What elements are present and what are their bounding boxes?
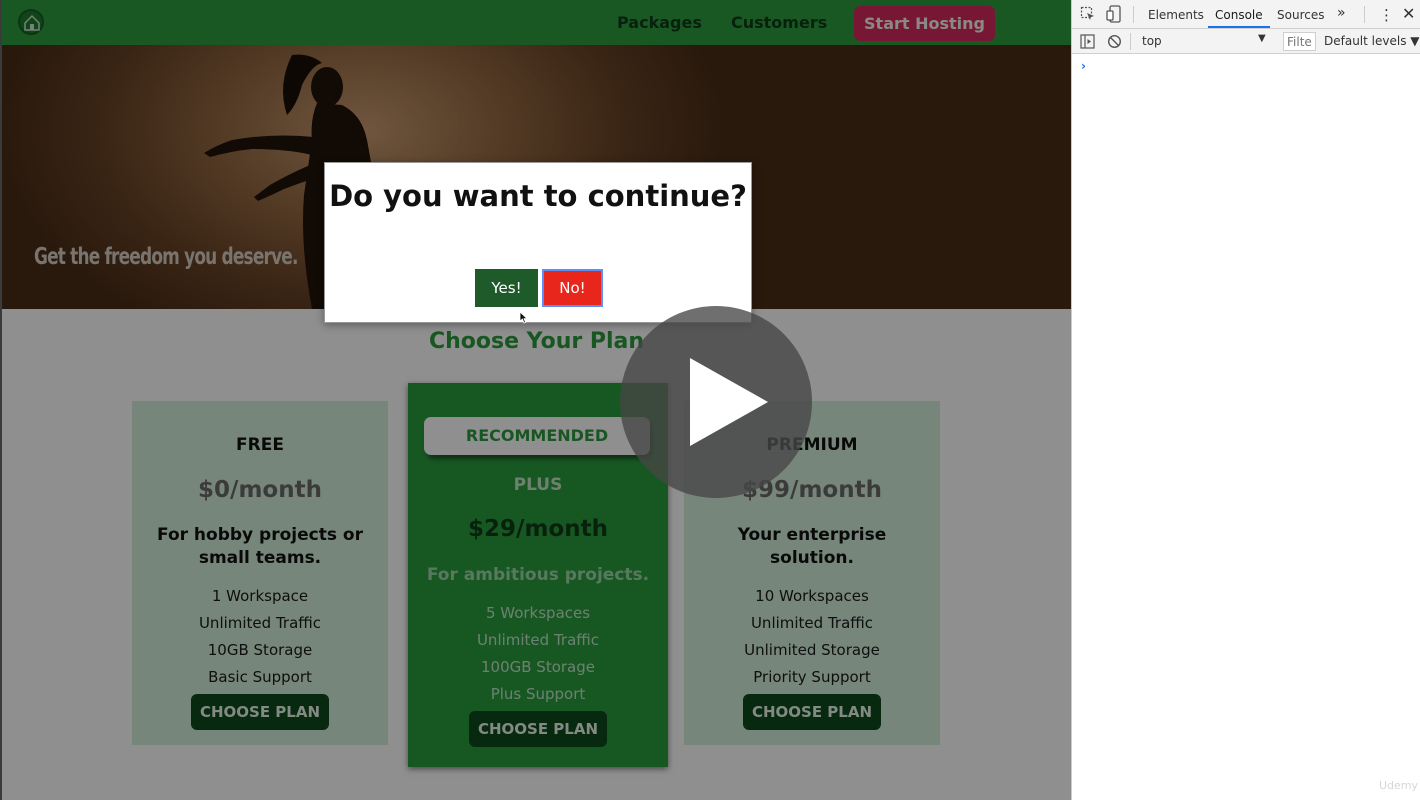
active-tab-indicator [1208,26,1270,28]
confirm-question: Do you want to continue? [329,179,747,213]
devtools-separator [1130,33,1131,50]
tab-sources[interactable]: Sources [1277,8,1324,22]
watermark-text: Udemy [1378,779,1418,792]
chevron-down-icon[interactable]: ▼ [1258,33,1266,44]
tab-elements[interactable]: Elements [1148,8,1204,22]
console-sidebar-icon[interactable] [1080,34,1095,49]
devtools-menu-icon[interactable]: ⋮ [1379,6,1394,24]
log-levels-select[interactable]: Default levels ▼ [1324,34,1420,48]
console-output[interactable]: › [1072,55,1420,800]
confirm-no-button[interactable]: No! [542,269,603,307]
console-toolbar: top ▼ Default levels ▼ [1072,29,1420,54]
play-icon [690,358,768,446]
execution-context-select[interactable]: top [1142,34,1162,48]
devtools-separator [1133,6,1134,23]
close-devtools-icon[interactable]: ✕ [1402,4,1415,23]
mouse-cursor-icon [520,312,528,324]
modal-dim-overlay [2,0,1071,800]
device-toolbar-icon[interactable] [1106,5,1122,23]
video-play-button[interactable] [620,306,812,498]
clear-console-icon[interactable] [1107,34,1122,49]
confirm-dialog: Do you want to continue? Yes! No! [324,162,752,323]
more-tabs-icon[interactable]: » [1337,5,1346,21]
website-viewport: Packages Customers Start Hosting Get the… [0,0,1071,800]
devtools-tabbar: Elements Console Sources » ⋮ ✕ [1072,0,1420,29]
tab-console[interactable]: Console [1215,8,1263,22]
devtools-panel: Elements Console Sources » ⋮ ✕ top ▼ Def… [1071,0,1420,800]
devtools-separator [1364,6,1365,23]
console-prompt-icon: › [1081,59,1086,73]
console-filter-input[interactable] [1283,32,1316,51]
inspect-element-icon[interactable] [1080,6,1096,22]
confirm-yes-button[interactable]: Yes! [475,269,538,307]
